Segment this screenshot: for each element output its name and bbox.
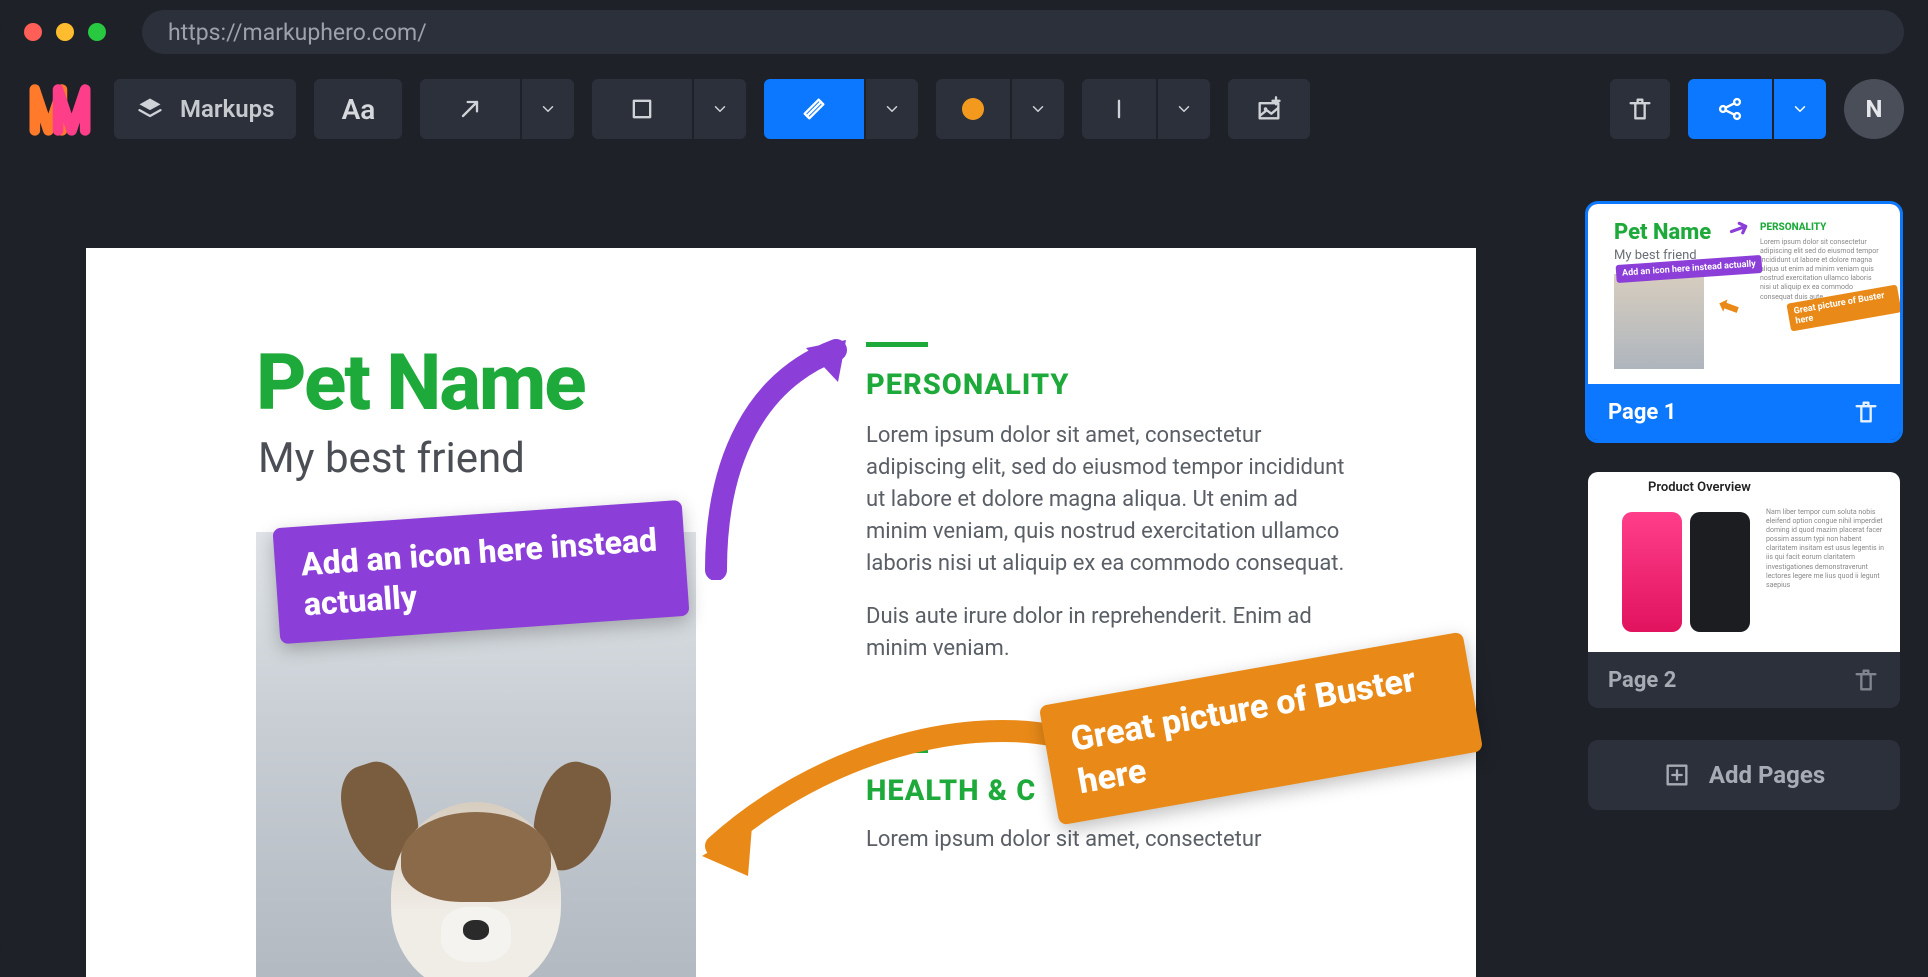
page-thumbnail-footer: Page 1 [1588,384,1900,440]
dog-illustration [316,692,636,977]
section-rule [866,748,928,753]
section-paragraph: Lorem ipsum dolor sit amet, consectetur [866,824,1346,856]
shape-tool-dropdown[interactable] [694,79,746,139]
page-label: Page 1 [1608,400,1676,425]
section-body-health: Lorem ipsum dolor sit amet, consectetur [866,824,1346,856]
layers-icon [136,95,164,123]
color-picker-button[interactable] [936,79,1010,139]
chevron-down-icon [539,100,557,118]
delete-page-button[interactable] [1852,666,1880,694]
trash-icon [1852,666,1880,694]
shape-tool-split [592,79,746,139]
arrow-tool-split [420,79,574,139]
color-picker-dropdown[interactable] [1012,79,1064,139]
stroke-width-button[interactable] [1082,79,1156,139]
rectangle-icon [628,95,656,123]
url-text: https://markuphero.com/ [168,19,427,46]
chevron-down-icon [1029,100,1047,118]
doc-title: Pet Name [256,338,585,429]
plus-square-icon [1663,761,1691,789]
window-zoom-icon[interactable] [88,23,106,41]
page-thumbnail-preview: Pet Name My best friend PERSONALITY Lore… [1588,204,1900,384]
thumb-title: Pet Name [1614,220,1711,245]
arrow-tool-button[interactable] [420,79,520,139]
color-dot-icon [962,98,984,120]
pen-tool-split [764,79,918,139]
trash-icon [1852,398,1880,426]
markups-button[interactable]: Markups [114,79,296,139]
arrow-up-right-icon [456,95,484,123]
image-add-icon [1255,95,1283,123]
text-tool-button[interactable]: Aa [314,79,402,139]
share-dropdown[interactable] [1774,79,1826,139]
pen-icon [800,95,828,123]
text-icon: Aa [342,93,376,126]
window-controls [24,23,106,41]
pen-tool-button[interactable] [764,79,864,139]
annotation-arrow-purple[interactable] [696,320,876,580]
share-icon [1716,95,1744,123]
thumb-phone-pink [1622,512,1682,632]
window-minimize-icon[interactable] [56,23,74,41]
canvas-wrap: Pet Name My best friend PERSONALITY Lore… [0,204,1588,977]
stroke-width-dropdown[interactable] [1158,79,1210,139]
app-window: https://markuphero.com/ Markups Aa [0,0,1928,977]
page-thumbnail-preview: Product Overview Nam liber tempor cum so… [1588,472,1900,652]
arrow-tool-dropdown[interactable] [522,79,574,139]
page-label: Page 2 [1608,668,1676,693]
thumb-section: PERSONALITY [1760,222,1826,233]
avatar-initial: N [1866,95,1883,123]
add-pages-label: Add Pages [1709,761,1825,789]
section-paragraph: Lorem ipsum dolor sit amet, consectetur … [866,420,1346,579]
share-button[interactable] [1688,79,1772,139]
section-paragraph: Duis aute irure dolor in reprehenderit. … [866,601,1346,665]
pages-sidebar: Pet Name My best friend PERSONALITY Lore… [1588,204,1928,977]
annotation-text: Add an icon here instead actually [300,521,658,624]
thumb-lines: Nam liber tempor cum soluta nobis eleife… [1766,508,1886,590]
shape-tool-button[interactable] [592,79,692,139]
add-pages-button[interactable]: Add Pages [1588,740,1900,810]
markups-label: Markups [180,95,274,123]
main-area: Pet Name My best friend PERSONALITY Lore… [0,204,1928,977]
browser-titlebar: https://markuphero.com/ [0,0,1928,64]
stroke-tool-split [1082,79,1210,139]
toolbar: Markups Aa [0,64,1928,154]
thumb-arrow-purple-icon: ➜ [1724,211,1755,247]
doc-subtitle: My best friend [258,434,525,483]
section-rule [866,342,928,347]
app-logo[interactable] [24,79,96,139]
trash-icon [1626,95,1654,123]
url-bar[interactable]: https://markuphero.com/ [142,10,1904,54]
page-thumbnail[interactable]: Pet Name My best friend PERSONALITY Lore… [1588,204,1900,440]
section-body-personality: Lorem ipsum dolor sit amet, consectetur … [866,420,1346,687]
thumb-phone-dark [1690,512,1750,632]
thumb-image [1614,274,1704,369]
window-close-icon[interactable] [24,23,42,41]
share-split [1688,79,1826,139]
thumb-title: Product Overview [1648,480,1751,495]
delete-page-button[interactable] [1852,398,1880,426]
color-picker-split [936,79,1064,139]
chevron-down-icon [883,100,901,118]
section-heading-personality: PERSONALITY [866,368,1069,402]
thumb-arrow-orange-icon: ⬅ [1714,289,1745,325]
insert-image-button[interactable] [1228,79,1310,139]
page-thumbnail-footer: Page 2 [1588,652,1900,708]
chevron-down-icon [1791,100,1809,118]
chevron-down-icon [711,100,729,118]
line-vertical-icon [1105,95,1133,123]
document-canvas[interactable]: Pet Name My best friend PERSONALITY Lore… [86,248,1476,977]
pen-tool-dropdown[interactable] [866,79,918,139]
chevron-down-icon [1175,100,1193,118]
page-thumbnail[interactable]: Product Overview Nam liber tempor cum so… [1588,472,1900,708]
delete-button[interactable] [1610,79,1670,139]
user-avatar[interactable]: N [1844,79,1904,139]
section-heading-health: HEALTH & C [866,774,1036,808]
